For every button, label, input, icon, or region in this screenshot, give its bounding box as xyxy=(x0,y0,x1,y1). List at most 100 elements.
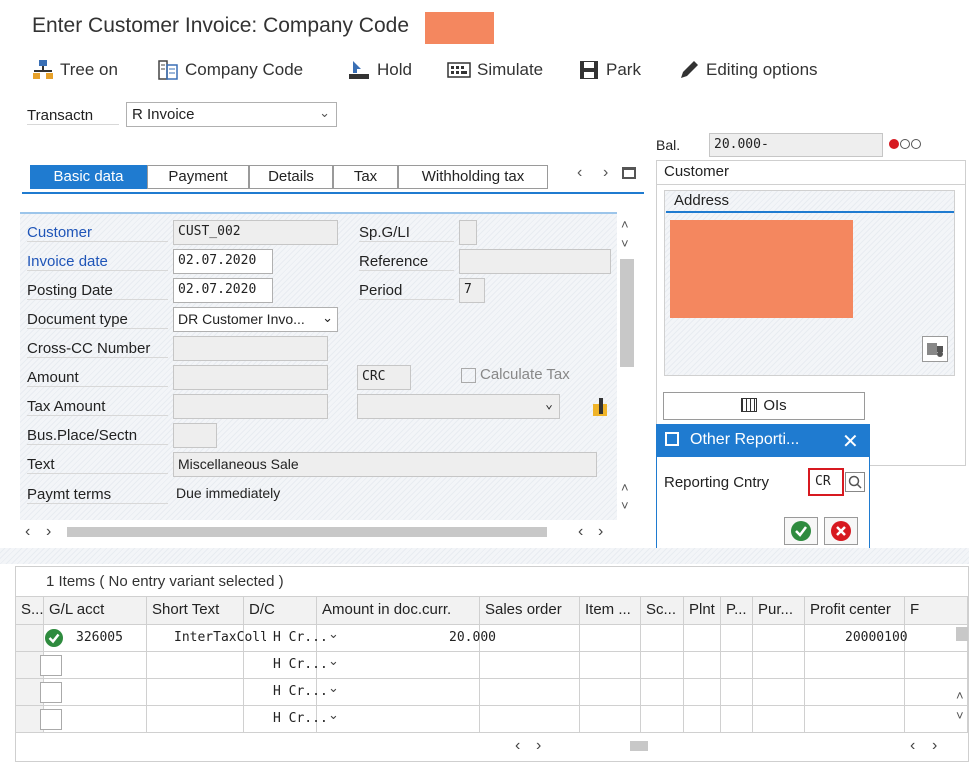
reference-field xyxy=(459,249,611,274)
column-header[interactable]: Short Text xyxy=(147,597,244,625)
cross-cc-field xyxy=(173,336,328,361)
tab-details[interactable]: Details xyxy=(249,165,333,189)
ois-button[interactable]: OIs xyxy=(663,392,865,420)
chevron-down-icon: ⌄ xyxy=(319,105,330,120)
tax-amount-field xyxy=(173,394,328,419)
table-cell xyxy=(684,625,721,652)
table-cell xyxy=(753,625,805,652)
chevron-down-icon[interactable]: ⌄ xyxy=(328,680,339,696)
table-cell xyxy=(580,625,641,652)
table-cell xyxy=(753,652,805,679)
table-cell xyxy=(641,706,684,733)
table-scroll-down-icon[interactable]: ˅ xyxy=(956,708,964,723)
table-cell xyxy=(641,679,684,706)
table-scroll-handle[interactable] xyxy=(956,627,968,641)
column-header[interactable]: Sales order xyxy=(480,597,580,625)
invoice-date-field[interactable]: 02.07.2020 xyxy=(173,249,273,274)
cancel-button[interactable] xyxy=(824,517,858,545)
park-label: Park xyxy=(606,60,641,79)
address-detail-icon[interactable] xyxy=(922,336,948,362)
table-icon xyxy=(741,398,758,412)
form-scroll-down-icon[interactable]: ˅ xyxy=(621,236,629,251)
tab-withholding-tax[interactable]: Withholding tax xyxy=(398,165,548,189)
confirm-button[interactable] xyxy=(784,517,818,545)
table-scroll-left-icon[interactable]: ‹ xyxy=(515,737,520,755)
form-scroll-left-icon[interactable]: ‹ xyxy=(25,523,30,541)
tab-scroll-left-icon[interactable]: ‹ xyxy=(577,164,582,182)
form-scroll-down-icon[interactable]: ˅ xyxy=(621,498,629,513)
form-scroll-up-icon[interactable]: ˄ xyxy=(621,480,629,495)
chevron-down-icon: ⌄ xyxy=(322,310,333,325)
short-text-cell: InterTaxColl... xyxy=(174,630,266,645)
form-scroll-up-icon[interactable]: ˄ xyxy=(621,217,629,232)
bus-place-label: Bus.Place/Sectn xyxy=(27,427,168,445)
company-code-icon xyxy=(158,60,178,80)
form-scroll-left-icon[interactable]: ‹ xyxy=(578,523,583,541)
table-scroll-left-icon[interactable]: ‹ xyxy=(910,737,915,755)
tab-scroll-right-icon[interactable]: › xyxy=(603,164,608,182)
park-button[interactable]: Park xyxy=(578,56,641,84)
column-header[interactable]: G/L acct xyxy=(44,597,147,625)
table-cell xyxy=(317,679,480,706)
posting-date-label: Posting Date xyxy=(27,282,168,300)
document-type-select[interactable]: DR Customer Invo... ⌄ xyxy=(173,307,338,332)
company-code-button[interactable]: Company Code xyxy=(157,56,303,84)
table-cell xyxy=(641,652,684,679)
form-scroll-right-icon[interactable]: › xyxy=(598,523,603,541)
period-field: 7 xyxy=(459,278,485,303)
table-scroll-right-icon[interactable]: › xyxy=(536,737,541,755)
tree-on-button[interactable]: Tree on xyxy=(32,56,118,84)
table-cell xyxy=(480,679,580,706)
dc-cell: H Cr... xyxy=(273,684,328,699)
transaction-select[interactable]: R Invoice ⌄ xyxy=(126,102,337,127)
items-area-separator xyxy=(0,548,969,564)
reporting-country-field[interactable]: CR xyxy=(808,468,844,496)
form-scroll-right-icon[interactable]: › xyxy=(46,523,51,541)
column-header[interactable]: F xyxy=(905,597,968,625)
column-header[interactable]: Item ... xyxy=(580,597,641,625)
table-cell xyxy=(721,679,753,706)
row-selector-checkbox[interactable] xyxy=(40,655,62,676)
tax-code-select[interactable]: ⌄ xyxy=(357,394,560,419)
items-table-header: S... G/L acct Short Text D/C Amount in doc.c… xyxy=(16,596,968,625)
table-scroll-right-icon[interactable]: › xyxy=(932,737,937,755)
calculate-tax-checkbox[interactable] xyxy=(461,368,476,383)
row-selector-checkbox[interactable] xyxy=(40,682,62,703)
table-cell[interactable] xyxy=(16,625,44,652)
column-header[interactable]: Pur... xyxy=(753,597,805,625)
hold-button[interactable]: Hold xyxy=(347,56,412,84)
status-light-icon xyxy=(889,139,921,149)
tab-list-icon[interactable] xyxy=(622,167,636,179)
chevron-down-icon[interactable]: ⌄ xyxy=(328,626,339,642)
ok-status-icon[interactable] xyxy=(44,628,64,648)
redacted-address xyxy=(670,220,853,318)
tab-payment[interactable]: Payment xyxy=(147,165,249,189)
dialog-close-icon[interactable]: ✕ xyxy=(842,429,859,454)
column-header[interactable]: Amount in doc.curr. xyxy=(317,597,480,625)
table-scroll-up-icon[interactable]: ˄ xyxy=(956,688,964,703)
tab-basic-data[interactable]: Basic data xyxy=(30,165,147,189)
posting-date-field[interactable]: 02.07.2020 xyxy=(173,278,273,303)
chevron-down-icon[interactable]: ⌄ xyxy=(328,653,339,669)
simulate-button[interactable]: Simulate xyxy=(447,56,543,84)
table-cell xyxy=(580,679,641,706)
form-horizontal-scrollbar[interactable] xyxy=(67,527,547,537)
table-horizontal-scrollbar[interactable] xyxy=(630,741,648,751)
value-help-icon[interactable] xyxy=(845,472,865,492)
customer-panel-divider xyxy=(656,184,966,185)
transaction-value: R Invoice xyxy=(132,106,195,123)
column-header[interactable]: Profit center xyxy=(805,597,905,625)
row-selector-checkbox[interactable] xyxy=(40,709,62,730)
table-cell xyxy=(905,652,968,679)
editing-options-button[interactable]: Editing options xyxy=(678,56,818,84)
column-header[interactable]: Plnt xyxy=(684,597,721,625)
tax-info-icon[interactable] xyxy=(591,396,611,418)
form-vertical-scrollbar[interactable] xyxy=(620,259,634,367)
column-header[interactable]: Sc... xyxy=(641,597,684,625)
column-header[interactable]: D/C xyxy=(244,597,317,625)
column-header[interactable]: P... xyxy=(721,597,753,625)
chevron-down-icon[interactable]: ⌄ xyxy=(328,707,339,723)
tab-tax[interactable]: Tax xyxy=(333,165,398,189)
column-header[interactable]: S... xyxy=(16,597,44,625)
redacted-company-code xyxy=(425,12,494,44)
